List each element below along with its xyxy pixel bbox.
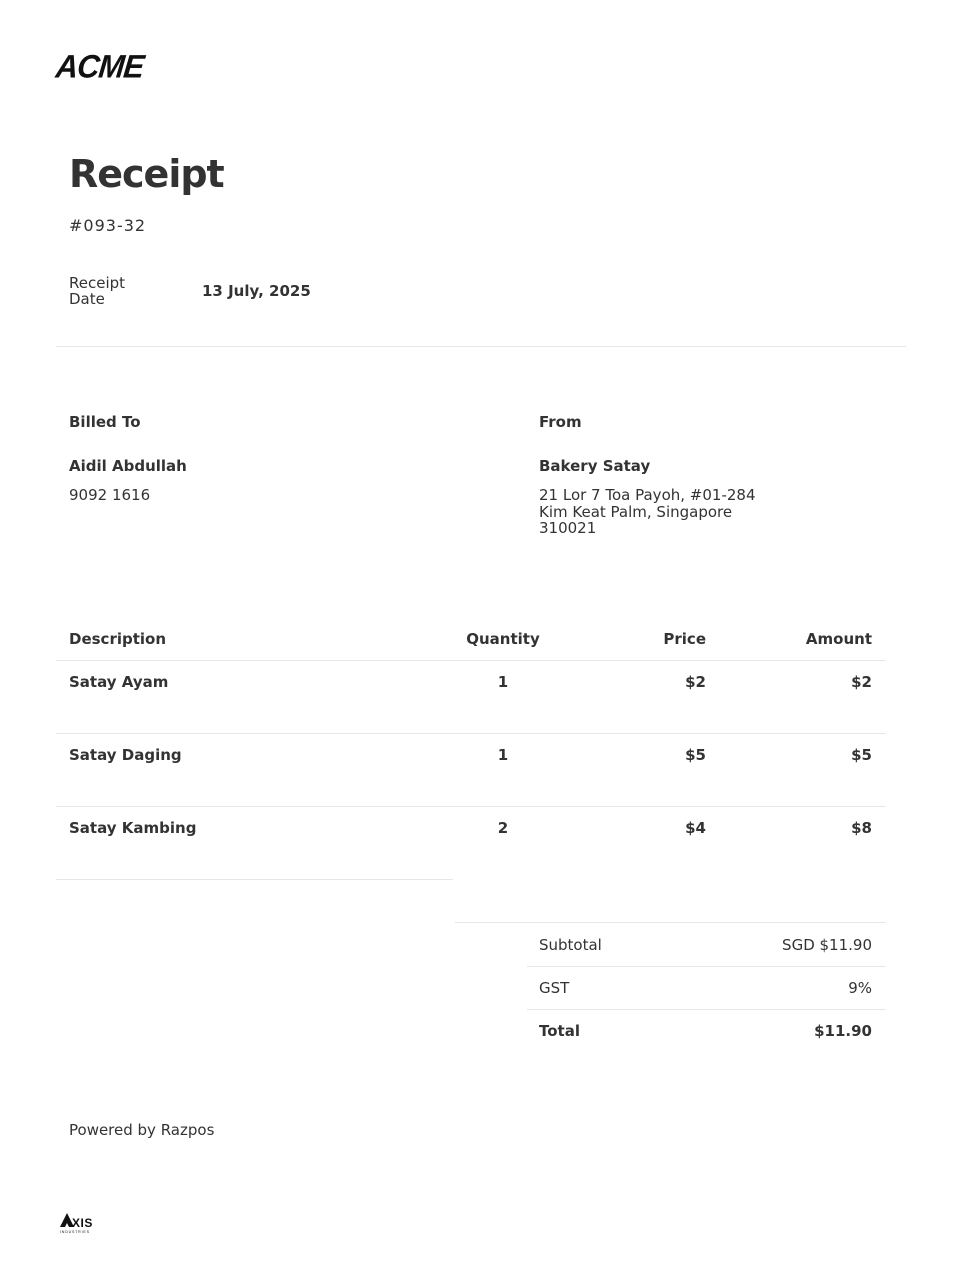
item-amount: $8 bbox=[851, 819, 872, 837]
item-price: $4 bbox=[685, 819, 706, 837]
summary-divider bbox=[455, 922, 886, 923]
from-name: Bakery Satay bbox=[539, 457, 651, 475]
row-divider bbox=[56, 879, 453, 880]
item-price: $5 bbox=[685, 746, 706, 764]
billed-to-phone: 9092 1616 bbox=[69, 486, 151, 504]
powered-by-text: Powered by Razpos bbox=[69, 1121, 215, 1139]
receipt-date-label: Receipt Date bbox=[69, 274, 126, 308]
receipt-date-value: 13 July, 2025 bbox=[202, 282, 311, 300]
table-row: Satay Daging 1 $5 $5 bbox=[56, 733, 886, 806]
item-description: Satay Kambing bbox=[69, 819, 197, 837]
column-header-amount: Amount bbox=[805, 630, 872, 648]
subtotal-value: SGD $11.90 bbox=[782, 936, 872, 954]
item-quantity: 2 bbox=[497, 819, 509, 837]
total-label: Total bbox=[539, 1022, 580, 1040]
subtotal-label: Subtotal bbox=[539, 936, 602, 954]
gst-value: 9% bbox=[848, 979, 872, 997]
receipt-number: #093-32 bbox=[69, 216, 147, 235]
from-address: 21 Lor 7 Toa Payoh, #01-284 Kim Keat Pal… bbox=[539, 486, 756, 537]
column-header-quantity: Quantity bbox=[466, 630, 540, 648]
item-description: Satay Daging bbox=[69, 746, 182, 764]
svg-text:XIS: XIS bbox=[72, 1216, 93, 1230]
item-quantity: 1 bbox=[497, 746, 509, 764]
summary-divider bbox=[527, 966, 886, 967]
header-divider bbox=[56, 346, 906, 347]
item-price: $2 bbox=[685, 673, 706, 691]
gst-label: GST bbox=[539, 979, 570, 997]
from-heading: From bbox=[539, 413, 582, 431]
billed-to-heading: Billed To bbox=[69, 413, 141, 431]
summary-divider bbox=[527, 1009, 886, 1010]
total-value: $11.90 bbox=[814, 1022, 872, 1040]
table-row: Satay Kambing 2 $4 $8 bbox=[56, 806, 886, 879]
item-quantity: 1 bbox=[497, 673, 509, 691]
svg-text:INDUSTRIES: INDUSTRIES bbox=[60, 1230, 90, 1234]
acme-logo: ACME bbox=[54, 48, 146, 85]
column-header-description: Description bbox=[69, 630, 167, 648]
item-amount: $5 bbox=[851, 746, 872, 764]
table-row: Satay Ayam 1 $2 $2 bbox=[56, 660, 886, 733]
column-header-price: Price bbox=[663, 630, 706, 648]
axis-industries-logo: XIS INDUSTRIES bbox=[60, 1213, 93, 1234]
page-title: Receipt bbox=[69, 152, 225, 196]
billed-to-name: Aidil Abdullah bbox=[69, 457, 187, 475]
item-amount: $2 bbox=[851, 673, 872, 691]
item-description: Satay Ayam bbox=[69, 673, 169, 691]
